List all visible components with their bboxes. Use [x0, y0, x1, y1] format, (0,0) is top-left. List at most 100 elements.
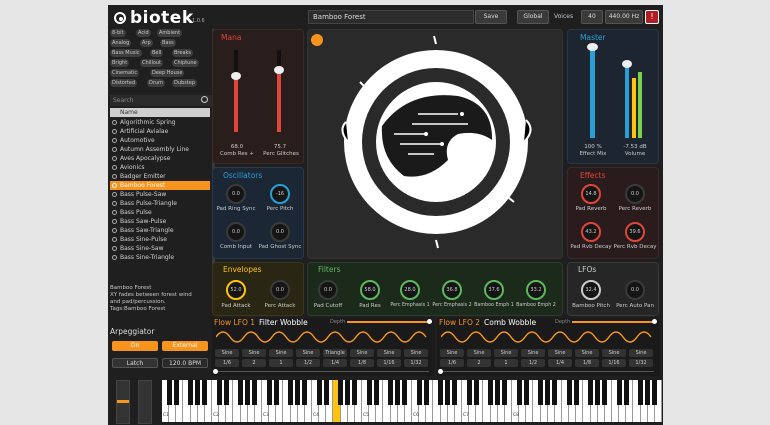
white-key[interactable]: [376, 380, 384, 422]
tag-deep-house[interactable]: Deep House: [150, 69, 185, 77]
lfo1-shape-7[interactable]: Sine: [377, 349, 401, 357]
list-item[interactable]: Artificial Avialae: [110, 127, 210, 136]
lfo2-shape-6[interactable]: Sine: [575, 349, 599, 357]
white-key[interactable]: [276, 380, 284, 422]
lfo2-rate-7[interactable]: 1/16: [602, 359, 626, 367]
lfo1-shape-4[interactable]: Sine: [296, 349, 320, 357]
list-item[interactable]: Avionics: [110, 163, 210, 172]
tag-bell[interactable]: Bell: [150, 49, 164, 57]
tag-chiptune[interactable]: Chiptune: [172, 59, 199, 67]
effect-mix-slider-handle[interactable]: [587, 43, 598, 51]
list-item[interactable]: Bass Pulse: [110, 208, 210, 217]
white-key[interactable]: [305, 380, 312, 422]
flow-lfo-1-depth-handle[interactable]: [427, 319, 432, 324]
list-item[interactable]: Bass Saw-Triangle: [110, 226, 210, 235]
lfo1-rate-3[interactable]: 1: [269, 359, 293, 367]
comb-res-slider-handle[interactable]: [231, 72, 241, 80]
tag-bass-music[interactable]: Bass Music: [110, 49, 142, 57]
lfo1-shape-2[interactable]: Sine: [242, 349, 266, 357]
white-key[interactable]: [626, 380, 634, 422]
perc-rvb-decay-knob[interactable]: 39.6: [625, 222, 645, 242]
save-button[interactable]: Save: [475, 10, 507, 24]
list-item[interactable]: Automotive: [110, 136, 210, 145]
tag-distorted[interactable]: Distorted: [110, 79, 138, 87]
lfo1-shape-8[interactable]: Sine: [404, 349, 428, 357]
lfo1-rate-2[interactable]: 2: [242, 359, 266, 367]
pad-res-knob[interactable]: 58.0: [360, 280, 380, 300]
white-key[interactable]: [205, 380, 212, 422]
perc-pitch-knob[interactable]: -16: [270, 184, 290, 204]
arp-external-button[interactable]: External: [162, 341, 208, 351]
bamboo-emph-1-knob[interactable]: 37.6: [484, 280, 504, 300]
list-item[interactable]: Bass Sine-Pulse: [110, 235, 210, 244]
flow-lfo-1-depth-slider[interactable]: [347, 321, 429, 323]
tag-breaks[interactable]: Breaks: [172, 49, 194, 57]
white-key[interactable]: [455, 380, 462, 422]
white-key[interactable]: [605, 380, 612, 422]
effect-mix-slider[interactable]: [590, 46, 595, 138]
tag-8bit[interactable]: 8-bit: [110, 29, 126, 37]
bamboo-emph-2-knob[interactable]: 33.2: [526, 280, 546, 300]
pad-ring-sync-knob[interactable]: 0.0: [226, 184, 246, 204]
lfo2-shape-4[interactable]: Sine: [521, 349, 545, 357]
lfo2-shape-2[interactable]: Sine: [467, 349, 491, 357]
lfo2-rate-1[interactable]: 1/6: [440, 359, 464, 367]
tag-dubstep[interactable]: Dubstep: [172, 79, 198, 87]
lfo2-rate-8[interactable]: 1/32: [629, 359, 653, 367]
xy-pad[interactable]: [307, 29, 563, 259]
arp-on-button[interactable]: On: [112, 341, 158, 351]
lfo2-rate-4[interactable]: 1/2: [521, 359, 545, 367]
comb-input-knob[interactable]: 0.0: [226, 222, 246, 242]
white-key[interactable]: [326, 380, 334, 422]
tag-bright[interactable]: Bright: [110, 59, 130, 67]
lfo1-shape-1[interactable]: Sine: [215, 349, 239, 357]
flow-lfo-2-position-track[interactable]: [440, 371, 654, 372]
piano-keyboard[interactable]: C1 C2 C3 C4 C5 C6 C7 C8: [162, 380, 662, 422]
bamboo-pitch-knob[interactable]: 32.4: [581, 280, 601, 300]
list-item[interactable]: Bass Pulse-Saw: [110, 190, 210, 199]
white-key[interactable]: [476, 380, 484, 422]
list-item[interactable]: Bass Saw-Pulse: [110, 217, 210, 226]
tag-ambient[interactable]: Ambient: [157, 29, 183, 37]
lfo2-shape-3[interactable]: Sine: [494, 349, 518, 357]
tuning-field[interactable]: 440.00 Hz: [605, 10, 643, 24]
lfo1-rate-8[interactable]: 1/32: [404, 359, 428, 367]
perc-reverb-knob[interactable]: 0.0: [625, 184, 645, 204]
list-column-header[interactable]: Name: [110, 108, 210, 117]
lfo2-shape-5[interactable]: Sine: [548, 349, 572, 357]
flow-lfo-1-position-handle[interactable]: [213, 369, 218, 374]
arp-latch-button[interactable]: Latch: [112, 358, 158, 368]
lfo1-shape-3[interactable]: Sine: [269, 349, 293, 357]
search-input[interactable]: Search: [110, 95, 215, 106]
search-icon[interactable]: [201, 96, 208, 103]
tag-arp[interactable]: Arp: [140, 39, 153, 47]
mod-wheel[interactable]: [138, 380, 152, 424]
tag-cinematic[interactable]: Cinematic: [110, 69, 140, 77]
list-item[interactable]: Bass Sine-Triangle: [110, 253, 210, 262]
volume-slider[interactable]: [625, 64, 629, 138]
perc-attack-knob[interactable]: 0.0: [270, 280, 290, 300]
pitch-wheel[interactable]: [116, 380, 130, 424]
white-key[interactable]: [655, 380, 662, 422]
pad-attack-knob[interactable]: 52.0: [226, 280, 246, 300]
lfo2-shape-1[interactable]: Sine: [440, 349, 464, 357]
pad-cutoff-knob[interactable]: 0.0: [318, 280, 338, 300]
lfo1-rate-7[interactable]: 1/16: [377, 359, 401, 367]
arp-bpm-field[interactable]: 120.0 BPM: [162, 358, 208, 368]
list-item[interactable]: Bass Pulse-Triangle: [110, 199, 210, 208]
lfo2-shape-7[interactable]: Sine: [602, 349, 626, 357]
lfo2-rate-2[interactable]: 2: [467, 359, 491, 367]
white-key[interactable]: [176, 380, 184, 422]
flow-lfo-2-position-handle[interactable]: [438, 369, 443, 374]
lfo2-rate-5[interactable]: 1/4: [548, 359, 572, 367]
pad-rvb-decay-knob[interactable]: 43.2: [581, 222, 601, 242]
white-key[interactable]: [226, 380, 234, 422]
pad-reverb-knob[interactable]: 14.8: [581, 184, 601, 204]
lfo1-rate-4[interactable]: 1/2: [296, 359, 320, 367]
tag-drum[interactable]: Drum: [147, 79, 165, 87]
white-key[interactable]: [505, 380, 512, 422]
lfo1-shape-5[interactable]: Triangle: [323, 349, 347, 357]
white-key[interactable]: [355, 380, 362, 422]
lfo1-rate-5[interactable]: 1/4: [323, 359, 347, 367]
list-item[interactable]: Aves Apocalypse: [110, 154, 210, 163]
